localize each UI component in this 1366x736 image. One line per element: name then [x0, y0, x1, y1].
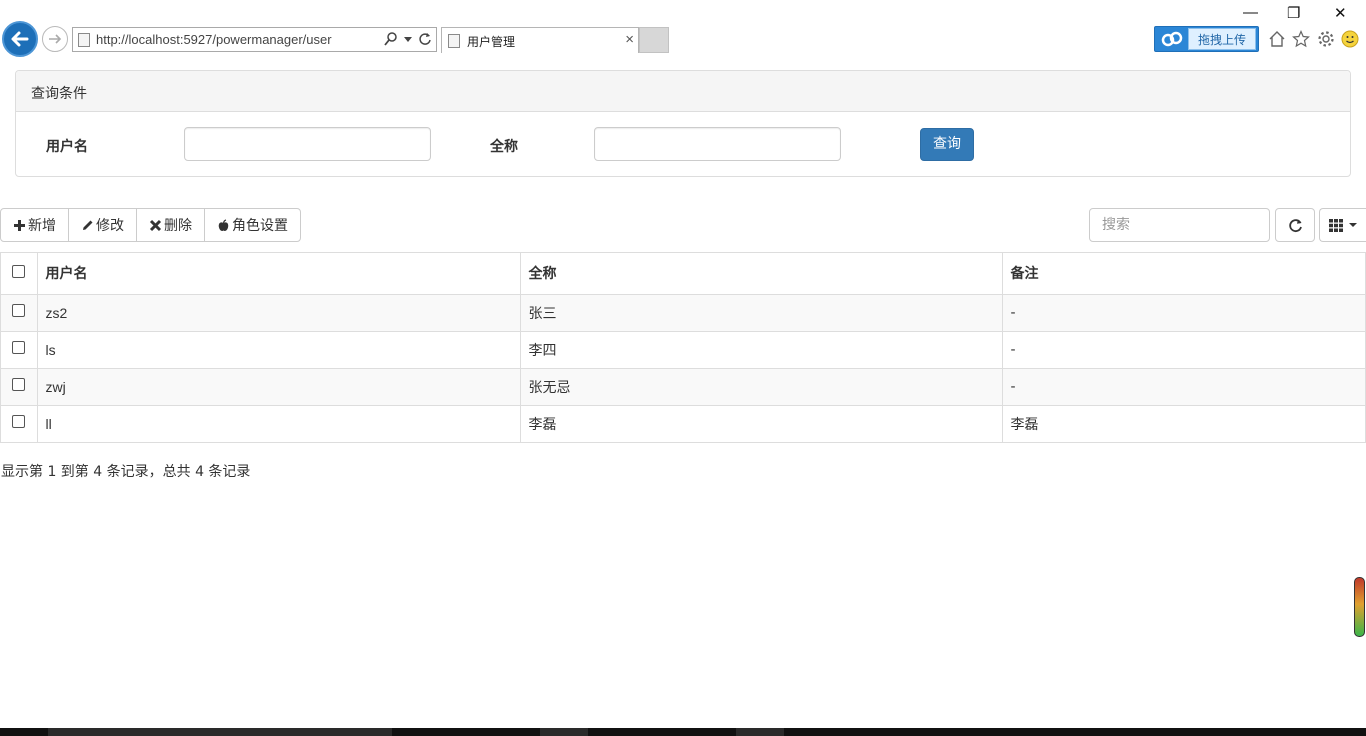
add-button[interactable]: 新增	[0, 208, 69, 242]
tab-title: 用户管理	[467, 35, 516, 49]
side-gauge	[1354, 577, 1365, 637]
role-settings-label: 角色设置	[232, 218, 288, 234]
fullname-label: 全称	[490, 139, 518, 155]
refresh-icon	[1288, 218, 1302, 232]
columns-toggle-button[interactable]	[1319, 208, 1366, 242]
tab-close-icon[interactable]: ×	[625, 31, 634, 48]
minimize-button[interactable]: —	[1243, 4, 1258, 21]
back-button[interactable]	[2, 21, 38, 57]
refresh-icon[interactable]	[418, 32, 432, 46]
cell-remark: -	[1001, 368, 1365, 405]
cell-fullname: 张三	[519, 294, 1002, 331]
table-header-row: 用户名 全称 备注	[1, 253, 1365, 295]
table-row[interactable]: zs2 张三 -	[1, 294, 1365, 331]
table-row[interactable]: ls 李四 -	[1, 331, 1365, 368]
role-settings-button[interactable]: 角色设置	[204, 208, 301, 242]
delete-button-label: 删除	[164, 218, 192, 234]
cell-fullname: 张无忌	[519, 368, 1002, 405]
remove-icon	[149, 219, 162, 231]
user-table: 用户名 全称 备注 zs2 张三 - ls 李四 - zwj 张无忌 - ll …	[0, 252, 1366, 443]
browser-chrome: http://localhost:5927/powermanager/user …	[0, 0, 1366, 58]
column-header-remark[interactable]: 备注	[1001, 253, 1365, 295]
address-url[interactable]: http://localhost:5927/powermanager/user	[96, 32, 332, 47]
cell-username: zwj	[36, 368, 520, 405]
username-input[interactable]	[184, 127, 431, 161]
column-header-fullname[interactable]: 全称	[519, 253, 1002, 295]
caret-down-icon	[1348, 223, 1357, 227]
arrow-right-icon	[49, 34, 62, 44]
home-icon[interactable]	[1267, 29, 1287, 49]
grid-icon	[1328, 218, 1343, 232]
add-button-label: 新增	[28, 218, 56, 234]
row-checkbox[interactable]	[12, 341, 26, 354]
cell-fullname: 李四	[519, 331, 1002, 368]
cloud-upload-icon	[1161, 31, 1183, 47]
row-checkbox[interactable]	[12, 378, 26, 391]
table-toolbar: 新增 修改 删除 角色设置	[0, 208, 301, 242]
row-checkbox[interactable]	[12, 415, 26, 429]
table-row[interactable]: zwj 张无忌 -	[1, 368, 1365, 405]
upload-widget[interactable]: 拖拽上传	[1154, 26, 1259, 52]
query-panel: 查询条件 用户名 全称 查询	[15, 70, 1351, 177]
cell-remark: -	[1001, 294, 1365, 331]
fullname-input[interactable]	[594, 127, 841, 161]
refresh-button[interactable]	[1275, 208, 1315, 242]
table-row[interactable]: ll 李磊 李磊	[1, 405, 1365, 442]
table-search-input[interactable]	[1089, 208, 1270, 242]
address-bar[interactable]: http://localhost:5927/powermanager/user	[72, 27, 437, 52]
select-all-cell	[1, 253, 37, 295]
smiley-icon[interactable]	[1340, 29, 1360, 49]
close-window-button[interactable]: ✕	[1334, 4, 1347, 22]
cell-remark: -	[1001, 331, 1365, 368]
username-label: 用户名	[46, 139, 88, 155]
query-panel-heading: 查询条件	[16, 71, 1350, 112]
column-header-username[interactable]: 用户名	[36, 253, 520, 295]
edit-button-label: 修改	[96, 218, 124, 234]
page-icon	[448, 34, 460, 48]
forward-button[interactable]	[42, 26, 68, 52]
cell-remark: 李磊	[1001, 405, 1365, 442]
page-icon	[78, 33, 90, 47]
plus-icon	[14, 219, 25, 231]
new-tab-button[interactable]	[639, 27, 669, 53]
cell-username: zs2	[36, 294, 520, 331]
arrow-left-icon	[11, 31, 29, 47]
gear-icon[interactable]	[1316, 29, 1336, 49]
taskbar	[0, 728, 1366, 736]
edit-button[interactable]: 修改	[68, 208, 137, 242]
upload-label: 拖拽上传	[1188, 28, 1256, 50]
restore-button[interactable]: ❐	[1287, 4, 1300, 22]
apple-icon	[218, 218, 229, 231]
row-checkbox[interactable]	[12, 304, 26, 317]
cell-username: ls	[36, 331, 520, 368]
favorites-star-icon[interactable]	[1291, 29, 1311, 49]
cell-fullname: 李磊	[519, 405, 1002, 442]
cell-username: ll	[36, 405, 520, 442]
select-all-checkbox[interactable]	[12, 264, 26, 278]
pencil-icon	[83, 220, 93, 230]
query-button[interactable]: 查询	[920, 128, 974, 161]
search-icon[interactable]	[384, 31, 398, 47]
delete-button[interactable]: 删除	[136, 208, 205, 242]
pagination-info: 显示第 1 到第 4 条记录，总共 4 条记录	[1, 464, 251, 480]
dropdown-icon[interactable]	[404, 35, 412, 43]
browser-tab[interactable]: 用户管理 ×	[441, 27, 639, 53]
